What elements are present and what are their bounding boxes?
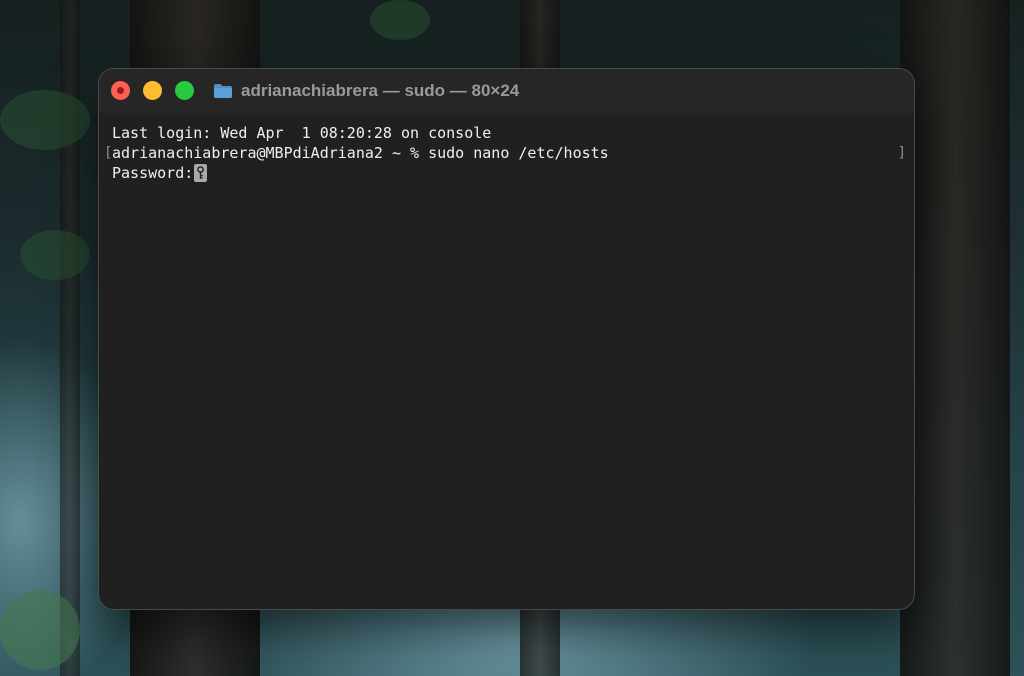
key-cursor-icon: [194, 164, 208, 182]
window-titlebar[interactable]: adrianachiabrera — sudo — 80×24: [99, 69, 914, 113]
wallpaper-foliage: [20, 230, 90, 280]
password-line[interactable]: Password:: [112, 163, 208, 183]
password-prompt: Password:: [112, 164, 194, 182]
terminal-window[interactable]: adrianachiabrera — sudo — 80×24 Last log…: [98, 68, 915, 610]
folder-icon: [213, 83, 233, 99]
minimize-button[interactable]: [143, 81, 162, 100]
window-title-text: adrianachiabrera — sudo — 80×24: [241, 81, 520, 100]
zoom-button[interactable]: [175, 81, 194, 100]
terminal-output[interactable]: Last login: Wed Apr 1 08:20:28 on consol…: [99, 113, 914, 609]
command-line: adrianachiabrera@MBPdiAdriana2 ~ % sudo …: [112, 144, 609, 162]
wallpaper-foliage: [0, 590, 80, 670]
wallpaper-tree-trunk: [900, 0, 1010, 676]
line-mark-right: ]: [897, 145, 906, 161]
window-title: adrianachiabrera — sudo — 80×24: [213, 80, 519, 102]
close-button[interactable]: [111, 81, 130, 100]
last-login-line: Last login: Wed Apr 1 08:20:28 on consol…: [112, 124, 492, 142]
wallpaper-foliage: [0, 90, 90, 150]
wallpaper-foliage: [370, 0, 430, 40]
